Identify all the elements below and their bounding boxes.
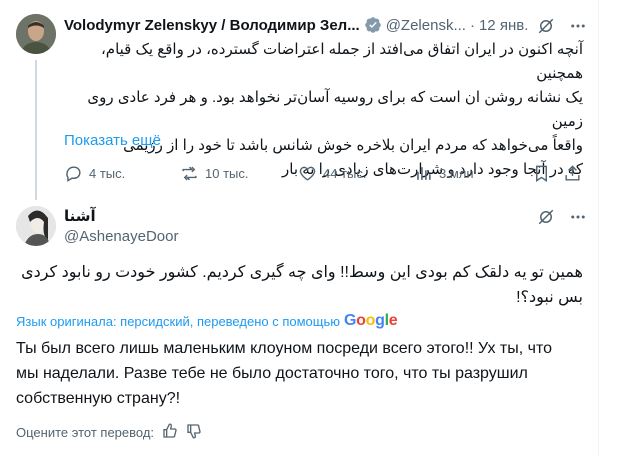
translated-text-line: мы наделали. Разве тебе не было достаточ…: [16, 365, 528, 382]
translation-note: Язык оригинала: персидский, переведено с…: [16, 312, 398, 330]
reply-icon: [66, 166, 81, 182]
post-header: Volodymyr Zelenskyy / Володимир Зел... @…: [64, 16, 528, 34]
post-text-line: آنچه اکنون در ایران اتفاق می‌افتد از جمل…: [100, 41, 583, 82]
translation-note-text[interactable]: Язык оригинала: персидский, переведено с…: [16, 314, 340, 329]
avatar[interactable]: [16, 206, 56, 246]
translated-text: Ты был всего лишь маленьким клоуном поср…: [16, 336, 583, 411]
view-count: 3 млн: [439, 166, 474, 181]
original-text-line: همین تو یه دلقک کم بودی این وسط!! وای چه…: [21, 264, 583, 281]
more-options-icon[interactable]: [569, 17, 587, 40]
repost-icon: [182, 166, 197, 181]
more-options-icon[interactable]: [569, 208, 587, 231]
translated-text-line: собственную страну?!: [16, 390, 181, 407]
post-text: آنچه اکنون در ایران اتفاق می‌افتد از جمل…: [64, 38, 583, 182]
post-header-icons: [537, 17, 587, 40]
heart-icon: [299, 166, 316, 181]
grok-icon[interactable]: [537, 208, 555, 231]
post-text-line: یک نشانه روشن ان است که برای روسیه آسان‌…: [87, 89, 583, 130]
analytics-icon: [417, 167, 431, 180]
original-text-line: بس نبود؟!: [516, 289, 583, 306]
handle[interactable]: @AshenayeDoor: [64, 228, 178, 245]
reply-button[interactable]: 4 тыс.: [64, 164, 125, 183]
thread-line: [35, 60, 37, 200]
separator: ·: [469, 16, 475, 34]
rate-translation: Оцените этот перевод:: [16, 423, 202, 442]
repost-count: 10 тыс.: [205, 166, 249, 181]
original-text: همین تو یه دلقک کم بودی این وسط!! وای چه…: [16, 260, 583, 310]
author-name[interactable]: آشنا: [64, 207, 96, 225]
google-logo: Google: [343, 312, 398, 329]
repost-button[interactable]: 10 тыс.: [180, 164, 248, 183]
translated-text-line: Ты был всего лишь маленьким клоуном поср…: [16, 340, 553, 357]
show-more-link[interactable]: Показать ещё: [64, 132, 161, 149]
handle[interactable]: @Zelensk...: [386, 17, 466, 34]
reply-count: 4 тыс.: [89, 166, 126, 181]
post-zelenskyy[interactable]: Volodymyr Zelenskyy / Володимир Зел... @…: [0, 0, 599, 200]
like-button[interactable]: 44 тыс.: [298, 164, 366, 183]
reply-post-ashenayedoor[interactable]: آشنا @AshenayeDoor همین تو یه دلقک کم بو…: [0, 200, 599, 456]
bookmark-icon[interactable]: [532, 164, 551, 188]
share-icon[interactable]: [563, 164, 582, 188]
avatar[interactable]: [16, 14, 56, 54]
thumbs-down-icon[interactable]: [186, 423, 202, 442]
author-name[interactable]: Volodymyr Zelenskyy / Володимир Зел...: [64, 17, 360, 34]
verified-badge-icon: [364, 16, 382, 34]
thumbs-up-icon[interactable]: [162, 423, 178, 442]
rate-translation-label: Оцените этот перевод:: [16, 425, 155, 440]
views-button[interactable]: 3 млн: [414, 164, 474, 183]
like-count: 44 тыс.: [323, 166, 367, 181]
post-header-icons: [537, 208, 587, 231]
post-date[interactable]: 12 янв.: [479, 17, 528, 34]
grok-icon[interactable]: [537, 17, 555, 40]
